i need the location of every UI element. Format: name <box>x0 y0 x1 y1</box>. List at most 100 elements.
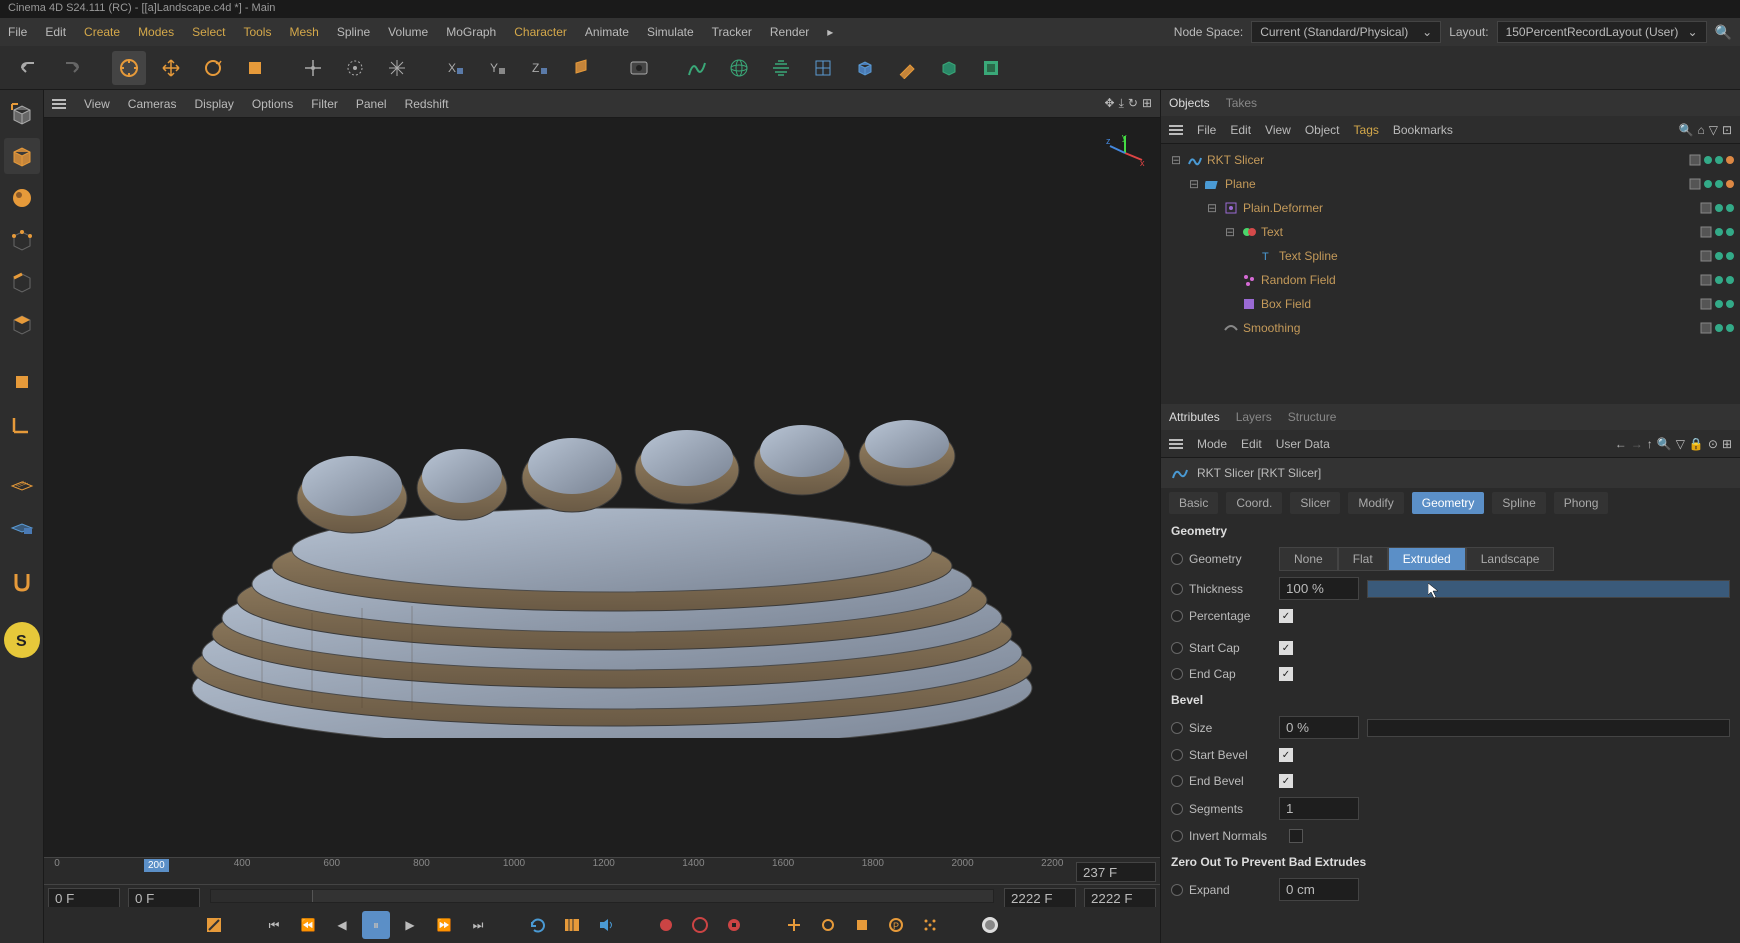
orbit-camera-icon[interactable]: ↻ <box>1128 96 1138 111</box>
tree-row-boxfield[interactable]: Box Field <box>1161 292 1740 316</box>
menu-mesh[interactable]: Mesh <box>289 25 318 39</box>
current-frame-input[interactable] <box>1076 862 1156 882</box>
range-end-input[interactable] <box>1004 888 1076 908</box>
attr-tab-spline[interactable]: Spline <box>1492 492 1545 514</box>
radio-icon[interactable] <box>1171 668 1183 680</box>
undo-button[interactable] <box>12 51 46 85</box>
attr-tab-slicer[interactable]: Slicer <box>1290 492 1340 514</box>
layer-icon[interactable] <box>1689 154 1701 166</box>
vis-render-icon[interactable] <box>1726 324 1734 332</box>
timeline-tick[interactable]: 2000 <box>951 858 973 869</box>
render-view-button[interactable] <box>622 51 656 85</box>
axis-gizmo[interactable]: x y z <box>1104 132 1146 174</box>
attr-menu-edit[interactable]: Edit <box>1241 437 1262 451</box>
radio-icon[interactable] <box>1171 884 1183 896</box>
tab-takes[interactable]: Takes <box>1226 96 1257 110</box>
viewport-menu-cameras[interactable]: Cameras <box>128 97 177 111</box>
vis-editor-icon[interactable] <box>1715 300 1723 308</box>
geometry-option-flat[interactable]: Flat <box>1338 547 1388 571</box>
deformer-icon[interactable] <box>806 51 840 85</box>
menu-animate[interactable]: Animate <box>585 25 629 39</box>
tree-row-textspline[interactable]: TText Spline <box>1161 244 1740 268</box>
vis-editor-icon[interactable] <box>1704 180 1712 188</box>
attr-tab-phong[interactable]: Phong <box>1554 492 1609 514</box>
radio-icon[interactable] <box>1171 830 1183 842</box>
edge-mode[interactable] <box>4 264 40 300</box>
vis-editor-icon[interactable] <box>1715 324 1723 332</box>
attr-tab-geometry[interactable]: Geometry <box>1412 492 1485 514</box>
model-mode[interactable] <box>4 96 40 132</box>
vis-editor-icon[interactable] <box>1704 156 1712 164</box>
viewport-menu-view[interactable]: View <box>84 97 110 111</box>
workplane-1[interactable] <box>4 464 40 500</box>
visibility-controls[interactable] <box>1700 202 1734 214</box>
radio-icon[interactable] <box>1171 775 1183 787</box>
attr-tab-coord[interactable]: Coord. <box>1226 492 1282 514</box>
coord-system[interactable] <box>564 51 598 85</box>
workplane-2[interactable] <box>4 506 40 542</box>
tree-expand-icon[interactable]: ⊟ <box>1189 177 1201 191</box>
viewport-menu-panel[interactable]: Panel <box>356 97 387 111</box>
vis-render-icon[interactable] <box>1726 276 1734 284</box>
rotate-tool[interactable] <box>196 51 230 85</box>
vis-editor-icon[interactable] <box>1715 204 1723 212</box>
layer-icon[interactable] <box>1689 178 1701 190</box>
menu-more-icon[interactable]: ▸ <box>827 25 833 39</box>
tree-row-plane[interactable]: ⊟Plane <box>1161 172 1740 196</box>
cube-icon[interactable] <box>848 51 882 85</box>
visibility-controls[interactable] <box>1700 226 1734 238</box>
menu-tools[interactable]: Tools <box>243 25 271 39</box>
timeline-tick[interactable]: 1000 <box>503 858 525 869</box>
spline-icon[interactable] <box>680 51 714 85</box>
timeline-tick[interactable]: 1400 <box>682 858 704 869</box>
play-forward[interactable]: ▶ <box>396 911 424 939</box>
pause-button[interactable]: ⏸ <box>362 911 390 939</box>
viewport-3d[interactable]: x y z <box>44 118 1160 857</box>
menu-spline[interactable]: Spline <box>337 25 370 39</box>
timeline-tick[interactable]: 1800 <box>862 858 884 869</box>
radio-icon[interactable] <box>1171 722 1183 734</box>
geometry-option-landscape[interactable]: Landscape <box>1466 547 1555 571</box>
scatter-tool[interactable] <box>380 51 414 85</box>
segments-input[interactable] <box>1279 797 1359 820</box>
endbevel-checkbox[interactable]: ✓ <box>1279 774 1293 788</box>
snap-tool[interactable] <box>4 564 40 600</box>
objects-tree[interactable]: ⊟RKT Slicer⊟Plane⊟Plain.Deformer⊟TextTTe… <box>1161 144 1740 404</box>
generator-icon[interactable] <box>932 51 966 85</box>
move-camera-icon[interactable]: ✥ <box>1105 96 1115 111</box>
attr-tab-basic[interactable]: Basic <box>1169 492 1218 514</box>
key-rotate-icon[interactable] <box>814 911 842 939</box>
tree-expand-icon[interactable]: ⊟ <box>1171 153 1183 167</box>
home-icon[interactable]: ⌂ <box>1697 123 1704 137</box>
tab-layers[interactable]: Layers <box>1236 410 1272 424</box>
back-icon[interactable]: ← <box>1615 437 1627 451</box>
select-tool[interactable] <box>112 51 146 85</box>
up-icon[interactable]: ↑ <box>1647 437 1653 451</box>
objects-menu-bookmarks[interactable]: Bookmarks <box>1393 123 1453 137</box>
go-end[interactable]: ⏭ <box>464 911 492 939</box>
tree-expand-icon[interactable]: ⊟ <box>1225 225 1237 239</box>
objects-menu-object[interactable]: Object <box>1305 123 1340 137</box>
layout-dropdown[interactable]: 150PercentRecordLayout (User) ⌄ <box>1497 21 1707 43</box>
vis-editor-icon[interactable] <box>1715 276 1723 284</box>
visibility-controls[interactable] <box>1700 274 1734 286</box>
tree-row-text[interactable]: ⊟Text <box>1161 220 1740 244</box>
lock-icon[interactable]: 🔒 <box>1689 437 1704 451</box>
visibility-controls[interactable] <box>1700 298 1734 310</box>
menu-mograph[interactable]: MoGraph <box>446 25 496 39</box>
key-param-icon[interactable]: P <box>882 911 910 939</box>
timeline-tick[interactable]: 1600 <box>772 858 794 869</box>
timeline-tick[interactable]: 1200 <box>593 858 615 869</box>
tag-icon[interactable] <box>1726 180 1734 188</box>
menu-volume[interactable]: Volume <box>388 25 428 39</box>
timeline-tick[interactable]: 2200 <box>1041 858 1063 869</box>
search-icon[interactable]: 🔍 <box>1657 437 1672 451</box>
radio-icon[interactable] <box>1171 803 1183 815</box>
new-window-icon[interactable]: ⊞ <box>1722 437 1732 451</box>
attr-tab-modify[interactable]: Modify <box>1348 492 1403 514</box>
range-start2-input[interactable] <box>128 888 200 908</box>
layer-icon[interactable] <box>1700 274 1712 286</box>
mesh-icon[interactable] <box>722 51 756 85</box>
visibility-controls[interactable] <box>1700 250 1734 262</box>
search-icon[interactable]: 🔍 <box>1679 123 1694 137</box>
